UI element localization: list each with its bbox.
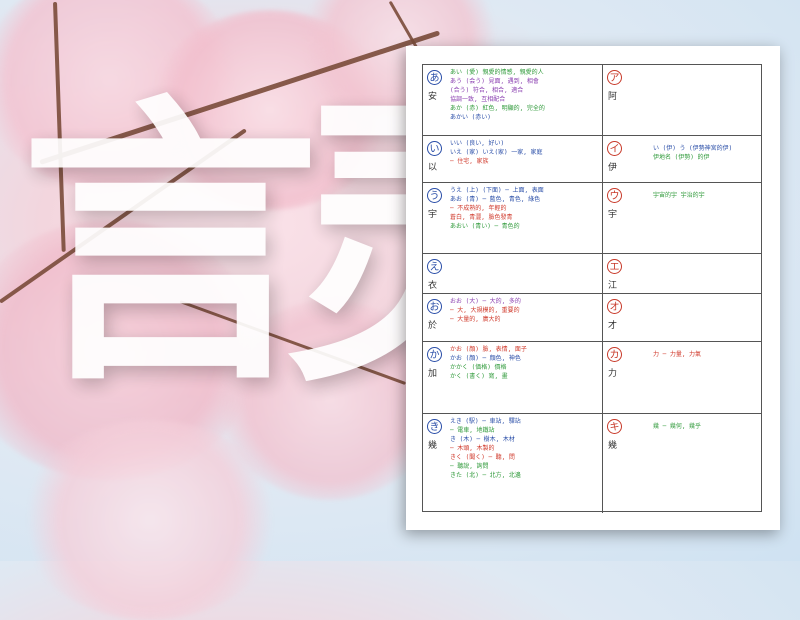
vocab-note: ─ 大, 大規模的, 重要的 [450,307,520,314]
hiragana-cell: き幾 えき (駅) ─ 車站, 驛站 ─ 電車, 地鐵站き (木) ─ 樹木, 木… [423,414,603,513]
vocab-note: ─ 住宅, 家族 [450,158,489,165]
katakana-label: オ [607,299,622,314]
katakana-notes: 力 ─ 力量, 力氣 [653,350,701,359]
hiragana-label: き [427,419,442,434]
katakana-source-kanji: 幾 [608,441,618,451]
vocab-note: おお (大) ─ 大的, 多的 [450,298,521,305]
vocab-note: あか (赤) 紅色, 明顯的, 完全的 [450,105,545,112]
katakana-source-kanji: 力 [608,369,618,379]
hiragana-cell: い以 いい (良い, 好い) いえ (家) いえ(家) 一家, 家庭 ─ 住宅, 家… [423,136,603,183]
hiragana-label: い [427,141,442,156]
vocab-note: かお (顔) 臉, 表情, 面子 [450,346,527,353]
hiragana-notes: かお (顔) 臉, 表情, 面子 かお (顔) ─ 顔色, 神色 かかく (価格) … [450,345,599,381]
vocab-note: ─ 不成熟的, 年輕的 [450,205,507,212]
katakana-cell: ア阿 [603,65,761,136]
katakana-source-kanji: 阿 [608,92,618,102]
hiragana-cell: か加 かお (顔) 臉, 表情, 面子 かお (顔) ─ 顔色, 神色 かかく (価格… [423,342,603,414]
vocab-note: あかい (赤い) [450,114,491,121]
vocab-note: かお (顔) ─ 顔色, 神色 [450,355,521,362]
vocab-note: 力 ─ 力量, 力氣 [653,351,702,358]
vocab-note: いい (良い, 好い) [450,140,505,147]
vocab-note: ─ 聽說, 詢問 [450,463,489,470]
vocab-note: きた (北) ─ 北方, 北邊 [450,472,521,479]
hiragana-notes: あい (愛) 親愛的情感, 親愛的人 あう (会う) 見面, 遇到, 相會 (合う… [450,68,599,122]
katakana-notes: い (伊) う (伊勢神宮的伊) 伊地名 (伊勢) 的伊 [653,144,732,162]
hiragana-source-kanji: 衣 [428,281,438,291]
vocab-note: (合う) 符合, 相合, 適合 [450,87,524,94]
katakana-cell: オ才 [603,294,761,342]
hiragana-notes: えき (駅) ─ 車站, 驛站 ─ 電車, 地鐵站き (木) ─ 樹木, 木材 … [450,417,599,480]
hiragana-source-kanji: 於 [428,321,438,331]
blossom-cluster [20,420,280,620]
vocab-note: ─ 大量的, 廣大的 [450,316,501,323]
vocab-note: 宇宙的宇 宇治的宇 [653,192,705,199]
katakana-cell: ウ宇 宇宙的宇 宇治的宇 [603,183,761,254]
kana-table: あ安 あい (愛) 親愛的情感, 親愛的人 あう (会う) 見面, 遇到, 相會 (… [422,64,762,513]
vocab-note: かく (書く) 寫, 畫 [450,373,508,380]
katakana-source-kanji: 才 [608,321,618,331]
vocab-note: かかく (価格) 價格 [450,364,507,371]
vocab-note: えき (駅) ─ 車站, 驛站 [450,418,521,425]
hiragana-notes: いい (良い, 好い) いえ (家) いえ(家) 一家, 家庭 ─ 住宅, 家族 [450,139,599,166]
katakana-label: ア [607,70,622,85]
katakana-label: ウ [607,188,622,203]
vocab-note: ─ 電車, 地鐵站 [450,427,495,434]
katakana-notes: 幾 ─ 幾何, 幾乎 [653,422,701,431]
hiragana-label: お [427,299,442,314]
vocab-note: き (木) ─ 樹木, 木材 [450,436,515,443]
vocab-note: あお (青) ─ 藍色, 青色, 綠色 [450,196,541,203]
note-sheet: あ安 あい (愛) 親愛的情感, 親愛的人 あう (会う) 見面, 遇到, 相會 (… [406,46,780,530]
vocab-note: 蒼白, 青澀, 臉色發青 [450,214,513,221]
hiragana-source-kanji: 安 [428,92,438,102]
vocab-note: 幾 ─ 幾何, 幾乎 [653,423,702,430]
vocab-note: いえ (家) いえ(家) 一家, 家庭 [450,149,543,156]
hiragana-notes: おお (大) ─ 大的, 多的 ─ 大, 大規模的, 重要的 ─ 大量的, 廣大… [450,297,599,324]
vocab-note: あい (愛) 親愛的情感, 親愛的人 [450,69,544,76]
katakana-cell: エ江 [603,254,761,294]
katakana-cell: キ幾 幾 ─ 幾何, 幾乎 [603,414,761,513]
hiragana-cell: う宇 うえ (上) (下面) ─ 上面, 表面 あお (青) ─ 藍色, 青色, 綠… [423,183,603,254]
vocab-note: あおい (青い) ─ 青色的 [450,223,520,230]
katakana-source-kanji: 江 [608,281,618,291]
hiragana-source-kanji: 幾 [428,441,438,451]
katakana-label: カ [607,347,622,362]
hiragana-label: う [427,188,442,203]
hiragana-label: か [427,347,442,362]
hiragana-cell: あ安 あい (愛) 親愛的情感, 親愛的人 あう (会う) 見面, 遇到, 相會 (… [423,65,603,136]
hiragana-cell: お於 おお (大) ─ 大的, 多的 ─ 大, 大規模的, 重要的 ─ 大量的, … [423,294,603,342]
hiragana-source-kanji: 以 [428,163,438,173]
katakana-notes: 宇宙的宇 宇治的宇 [653,191,705,200]
background-title-glyph: 言 [20,68,320,421]
hiragana-cell: え衣 [423,254,603,294]
vocab-note: うえ (上) (下面) ─ 上面, 表面 [450,187,544,194]
katakana-source-kanji: 伊 [608,163,618,173]
hiragana-source-kanji: 宇 [428,210,438,220]
vocab-note: あう (会う) 見面, 遇到, 相會 [450,78,539,85]
katakana-cell: イ伊 い (伊) う (伊勢神宮的伊) 伊地名 (伊勢) 的伊 [603,136,761,183]
vocab-note: きく (聞く) ─ 聽, 問 [450,454,515,461]
hiragana-source-kanji: 加 [428,369,438,379]
katakana-label: エ [607,259,622,274]
katakana-label: イ [607,141,622,156]
hiragana-label: あ [427,70,442,85]
vocab-note: 伊地名 (伊勢) 的伊 [653,154,710,161]
vocab-note: い (伊) う (伊勢神宮的伊) [653,145,733,152]
katakana-label: キ [607,419,622,434]
hiragana-label: え [427,259,442,274]
katakana-cell: カ力 力 ─ 力量, 力氣 [603,342,761,414]
katakana-source-kanji: 宇 [608,210,618,220]
hiragana-notes: うえ (上) (下面) ─ 上面, 表面 あお (青) ─ 藍色, 青色, 綠色 … [450,186,599,231]
vocab-note: ─ 木頭, 木製的 [450,445,495,452]
vocab-note: 協調一致, 互相配合 [450,96,506,103]
